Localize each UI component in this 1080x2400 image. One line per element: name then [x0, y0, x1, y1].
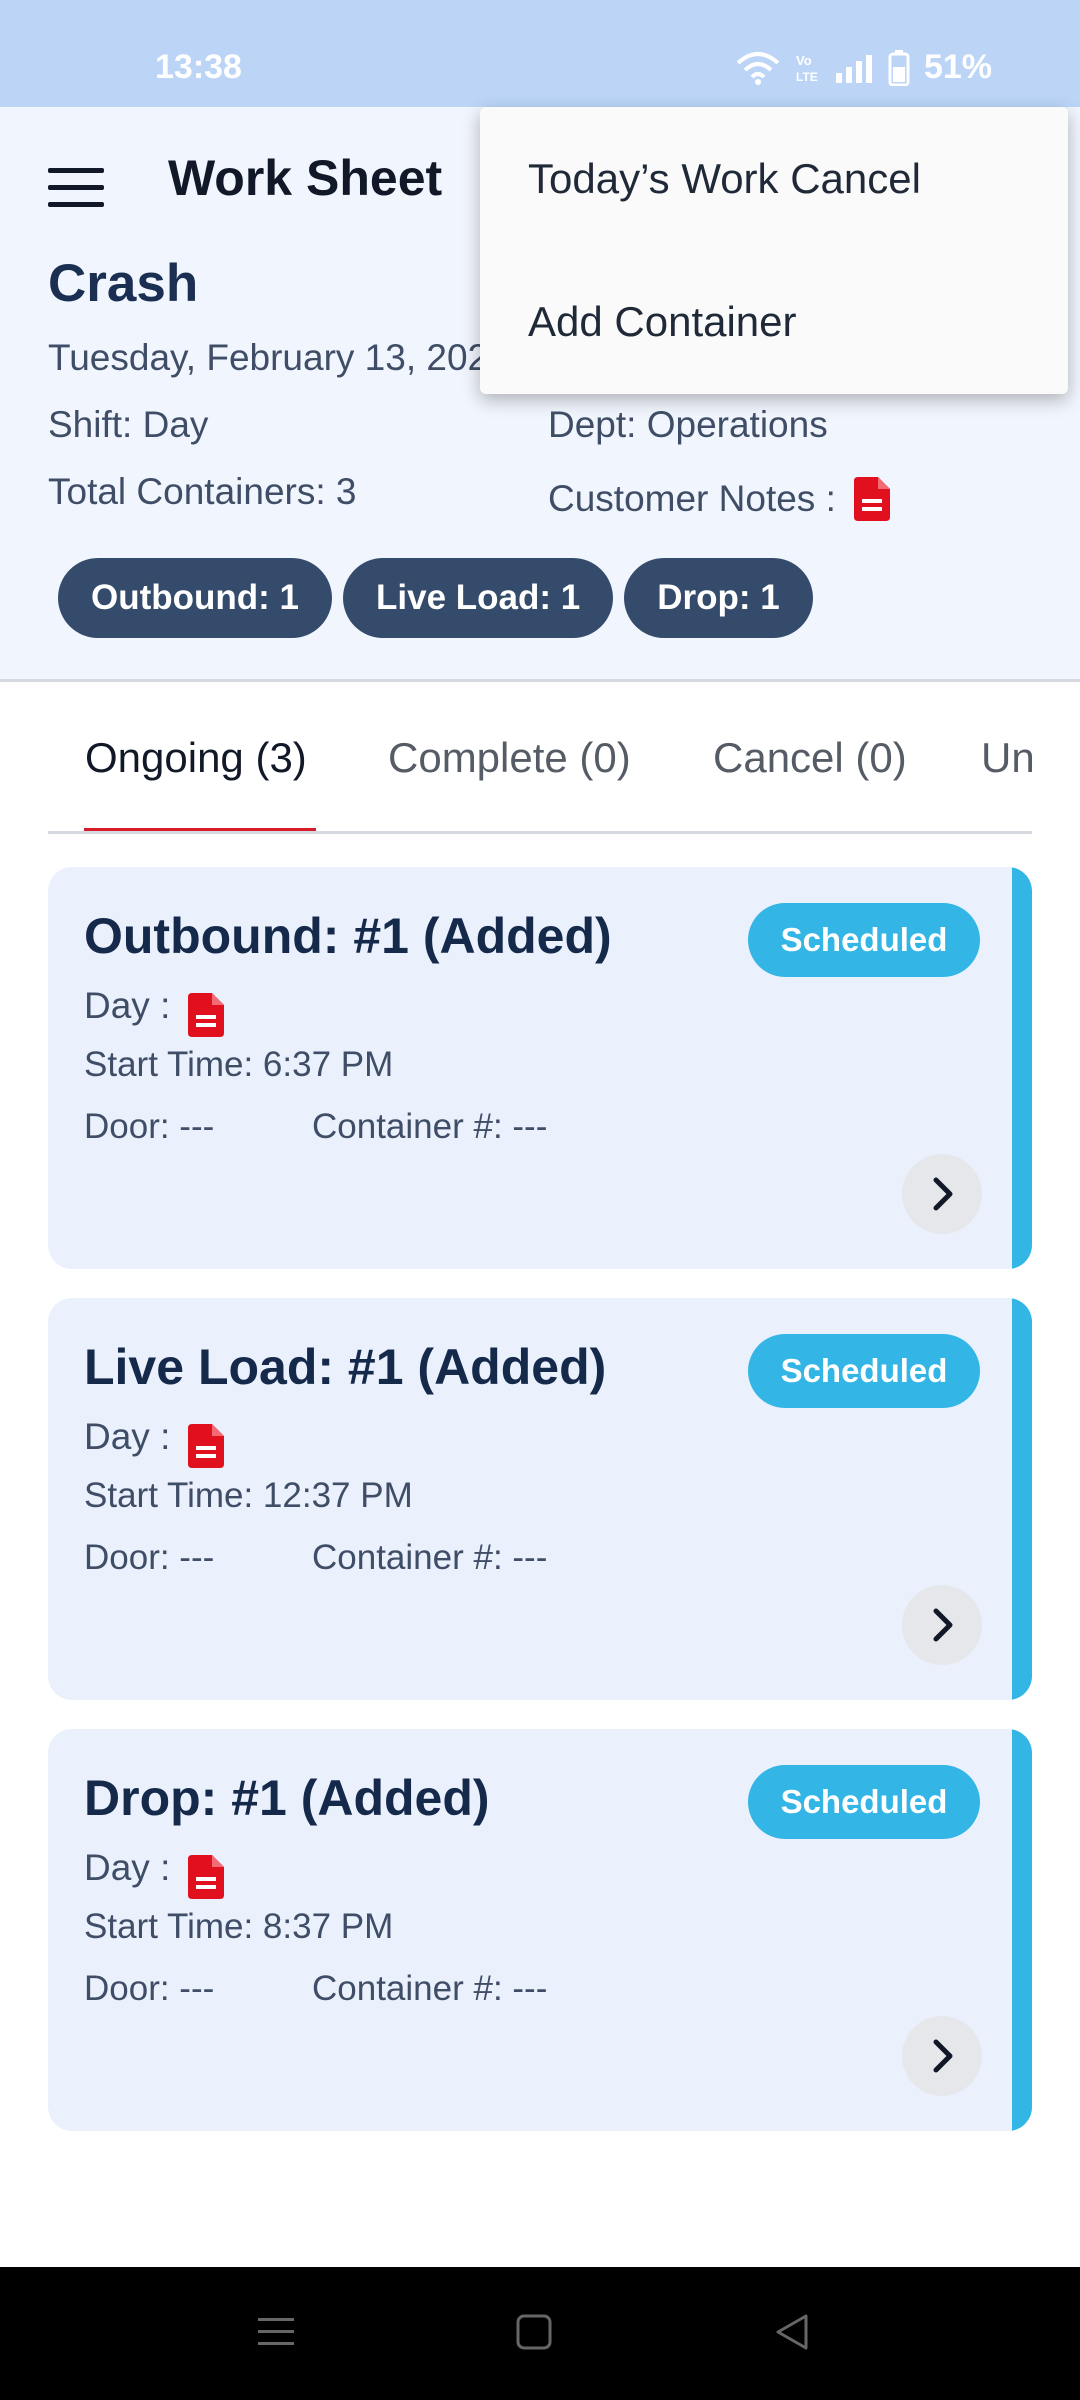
chip-drop[interactable]: Drop: 1: [624, 558, 813, 638]
card-accent-bar: [1012, 1298, 1032, 1700]
container-number: Container #: ---: [312, 1538, 548, 1577]
container-card[interactable]: Outbound: #1 (Added) Scheduled Day : Sta…: [48, 867, 1032, 1269]
day-label: Day :: [84, 1416, 171, 1457]
door-info: Door: ---: [84, 1969, 215, 2008]
container-number: Container #: ---: [312, 1107, 548, 1146]
home-icon: [516, 2314, 552, 2350]
recent-apps-button[interactable]: [241, 2297, 311, 2367]
card-accent-bar: [1012, 1729, 1032, 2131]
home-button[interactable]: [499, 2297, 569, 2367]
status-badge: Scheduled: [748, 903, 980, 977]
svg-text:LTE: LTE: [796, 70, 818, 84]
battery-icon: [888, 49, 910, 86]
active-tab-indicator: [84, 828, 316, 831]
battery-percent: 51%: [923, 48, 992, 86]
svg-text:Vo: Vo: [796, 53, 812, 68]
chevron-right-icon: [933, 1608, 953, 1642]
day-label: Day :: [84, 985, 171, 1026]
status-tabs: Ongoing (3) Complete (0) Cancel (0) Un: [48, 690, 1032, 834]
customer-notes-label: Customer Notes :: [548, 478, 836, 519]
tab-complete[interactable]: Complete (0): [388, 734, 631, 782]
status-bar: 13:38 Vo LTE 51%: [0, 0, 1080, 107]
status-badge: Scheduled: [748, 1765, 980, 1839]
start-time: Start Time: 6:37 PM: [84, 1045, 394, 1084]
overflow-menu: Today’s Work Cancel Add Container: [480, 107, 1068, 394]
container-card[interactable]: Drop: #1 (Added) Scheduled Day : Start T…: [48, 1729, 1032, 2131]
container-type-chips: Outbound: 1 Live Load: 1 Drop: 1: [58, 558, 813, 638]
status-icons: Vo LTE 51%: [736, 48, 992, 87]
card-title: Outbound: #1 (Added): [84, 908, 612, 964]
card-title: Live Load: #1 (Added): [84, 1339, 607, 1395]
card-day: Day :: [84, 975, 225, 1037]
card-title: Drop: #1 (Added): [84, 1770, 490, 1826]
shift-info: Shift: Day: [48, 404, 209, 445]
start-time: Start Time: 12:37 PM: [84, 1476, 413, 1515]
door-info: Door: ---: [84, 1538, 215, 1577]
tab-unassigned[interactable]: Un: [981, 734, 1032, 782]
card-day: Day :: [84, 1406, 225, 1468]
document-icon[interactable]: [188, 993, 225, 1037]
document-icon[interactable]: [853, 477, 890, 521]
menu-item-add-container[interactable]: Add Container: [480, 250, 1068, 393]
tab-cancel[interactable]: Cancel (0): [713, 734, 907, 782]
open-details-button[interactable]: [902, 1585, 982, 1665]
volte-icon: Vo LTE: [796, 53, 818, 84]
chevron-right-icon: [933, 1177, 953, 1211]
chip-live-load[interactable]: Live Load: 1: [343, 558, 614, 638]
worksheet-date: Tuesday, February 13, 202: [48, 337, 489, 378]
start-time: Start Time: 8:37 PM: [84, 1907, 394, 1946]
door-info: Door: ---: [84, 1107, 215, 1146]
system-nav-bar: [0, 2267, 1080, 2400]
hamburger-menu-icon[interactable]: [48, 152, 118, 222]
signal-icon: [835, 54, 872, 83]
chip-outbound[interactable]: Outbound: 1: [58, 558, 333, 638]
menu-item-todays-work-cancel[interactable]: Today’s Work Cancel: [480, 107, 1068, 250]
document-icon[interactable]: [188, 1424, 225, 1468]
status-time: 13:38: [155, 48, 242, 86]
tab-ongoing[interactable]: Ongoing (3): [85, 734, 307, 782]
container-number: Container #: ---: [312, 1969, 548, 2008]
back-button[interactable]: [757, 2297, 827, 2367]
status-badge: Scheduled: [748, 1334, 980, 1408]
container-card[interactable]: Live Load: #1 (Added) Scheduled Day : St…: [48, 1298, 1032, 1700]
recent-apps-icon: [258, 2318, 294, 2345]
day-label: Day :: [84, 1847, 171, 1888]
customer-notes: Customer Notes :: [548, 477, 890, 521]
total-containers: Total Containers: 3: [48, 471, 357, 512]
card-accent-bar: [1012, 867, 1032, 1269]
worksheet-name: Crash: [48, 254, 199, 313]
chevron-right-icon: [933, 2039, 953, 2073]
open-details-button[interactable]: [902, 1154, 982, 1234]
card-day: Day :: [84, 1837, 225, 1899]
wifi-icon: [736, 51, 780, 85]
back-icon: [776, 2314, 808, 2350]
open-details-button[interactable]: [902, 2016, 982, 2096]
dept-info: Dept: Operations: [548, 404, 828, 445]
page-title: Work Sheet: [168, 150, 443, 206]
document-icon[interactable]: [188, 1855, 225, 1899]
